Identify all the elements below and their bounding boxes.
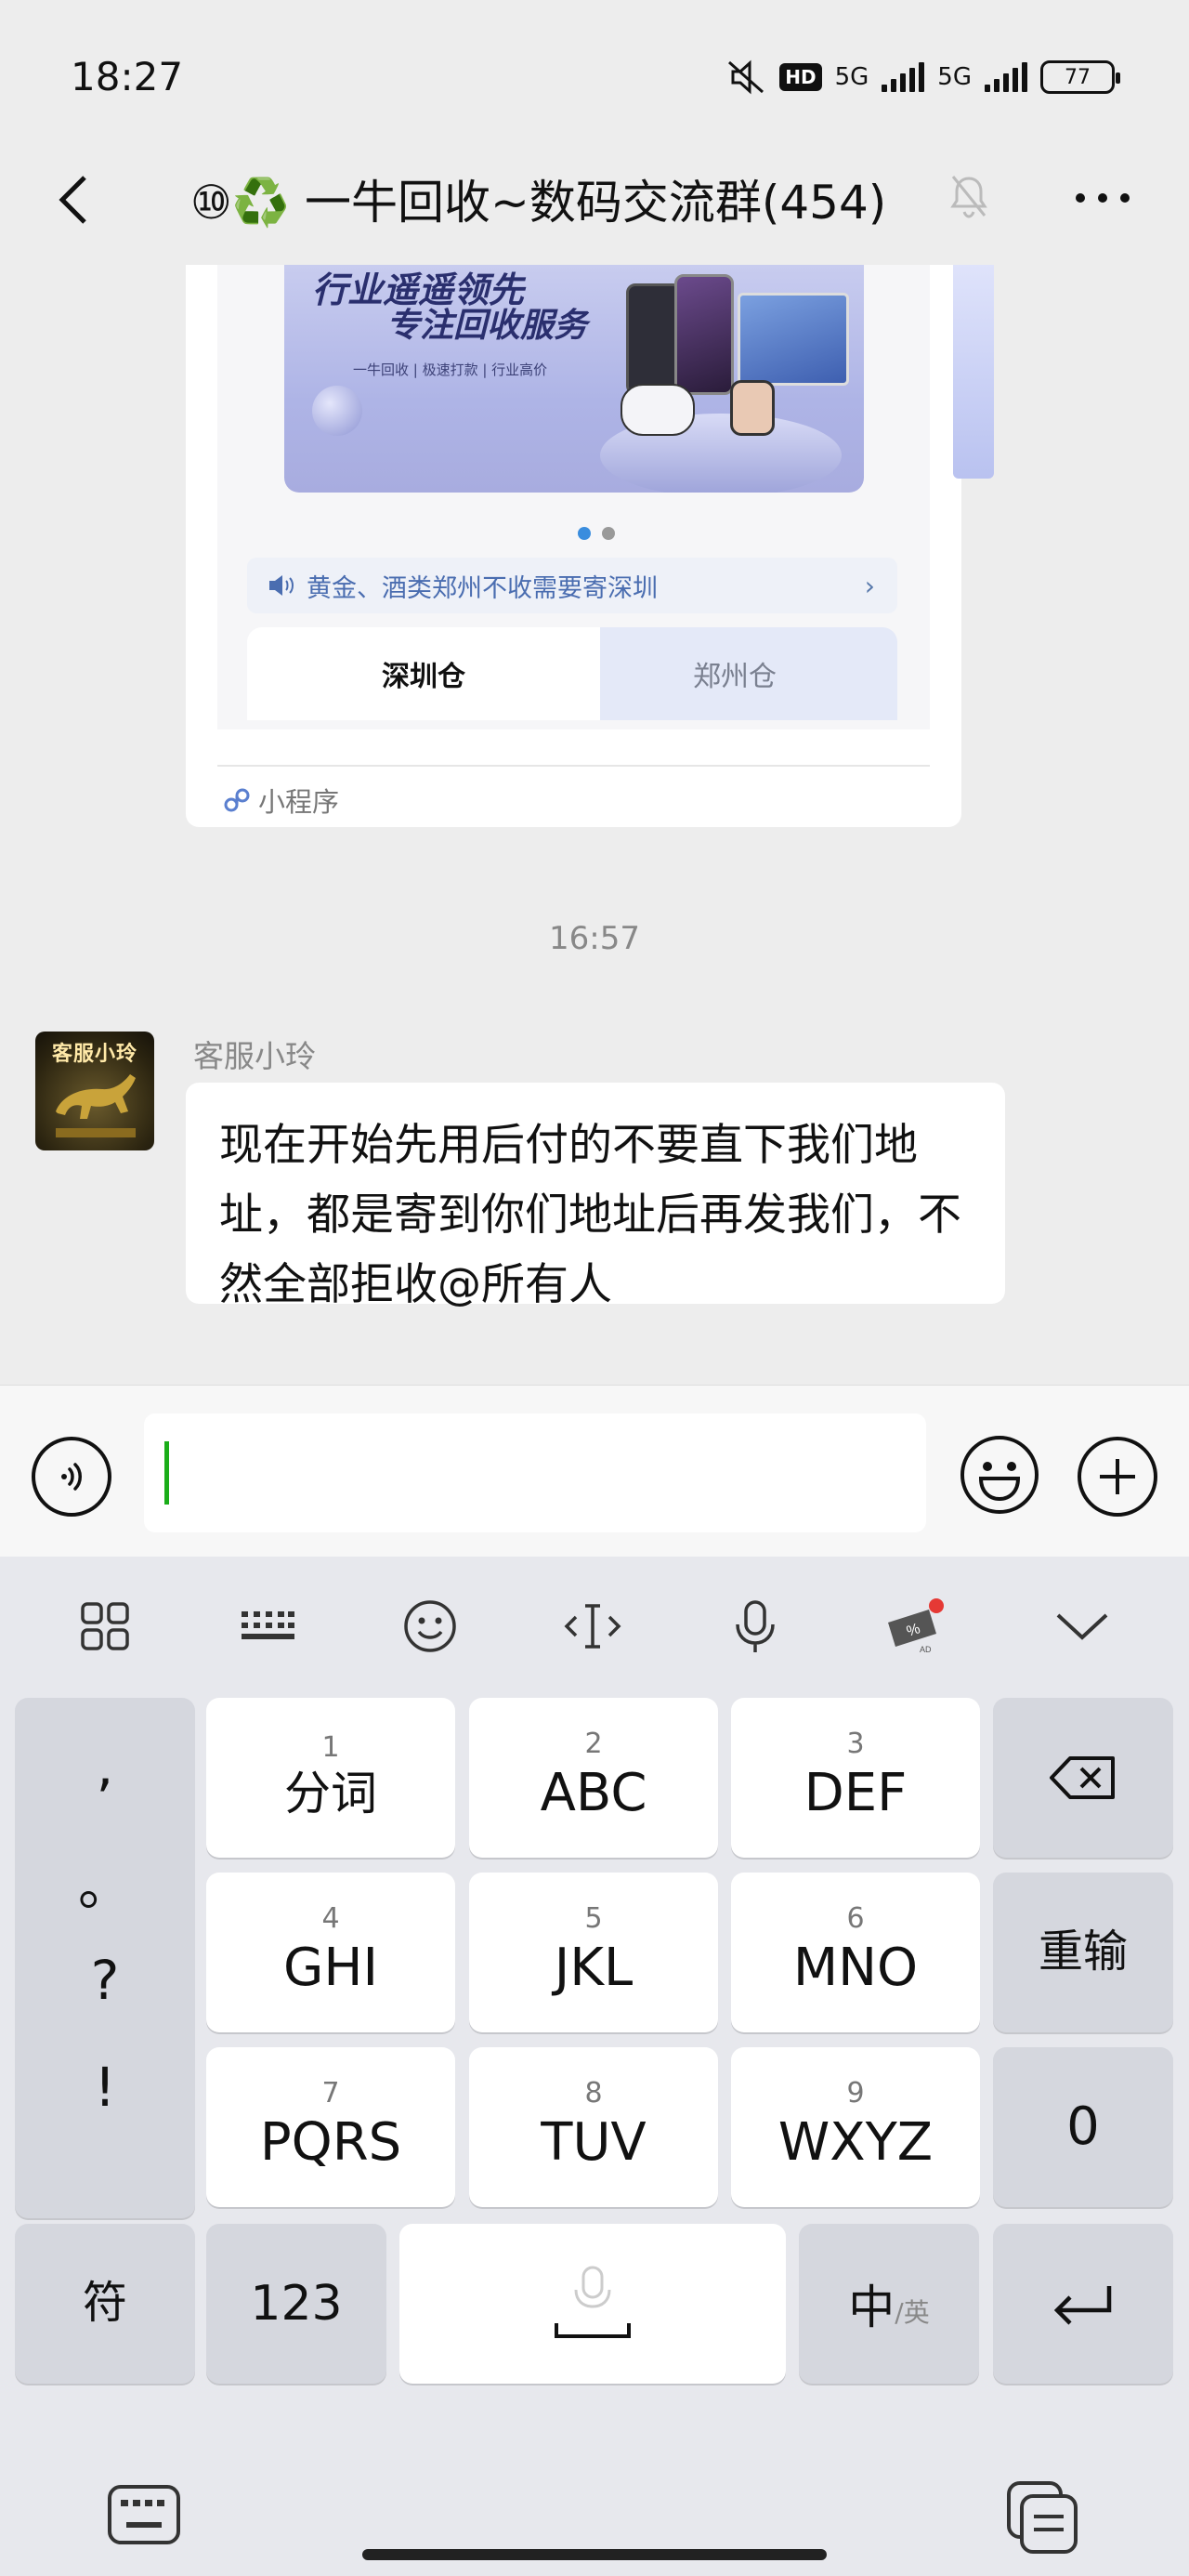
notice-bar[interactable]: 黄金、酒类郑州不收需要寄深圳 › (247, 558, 897, 613)
chat-header: ⑩♻️ 一牛回收~数码交流群(454) (0, 139, 1189, 265)
keyboard-bottom-bar (0, 2481, 1189, 2576)
decor-sphere (312, 386, 362, 436)
punctuation-column[interactable]: , 。 ? ! (15, 1698, 195, 2218)
key-8[interactable]: 8 TUV (469, 2047, 718, 2207)
back-arrow-icon (59, 176, 86, 224)
exclamation-key[interactable]: ! (15, 2056, 195, 2119)
avatar[interactable]: 客服小玲 (35, 1032, 154, 1150)
key-7[interactable]: 7 PQRS (206, 2047, 455, 2207)
emoji-icon[interactable] (398, 1594, 463, 1659)
mini-program-icon (224, 788, 250, 812)
keyboard-switch-icon[interactable] (106, 2481, 182, 2552)
watch-image (730, 380, 775, 436)
chevron-right-icon: › (864, 571, 875, 601)
status-icons: HD 5G 5G 77 (725, 54, 1120, 100)
symbols-key[interactable]: 符 (15, 2224, 195, 2384)
clipboard-icon[interactable] (1003, 2477, 1083, 2561)
key-3[interactable]: 3 DEF (731, 1698, 980, 1858)
chat-area[interactable]: 行业遥遥领先 专注回收服务 一牛回收 | 极速打款 | 行业高价 黄金、酒类郑州… (0, 265, 1189, 1385)
banner-subheadline: 专注回收服务 (386, 307, 588, 345)
microphone-icon[interactable] (723, 1594, 788, 1659)
more-functions-button[interactable] (1078, 1437, 1157, 1517)
space-mic-icon (555, 2266, 631, 2338)
status-time: 18:27 (71, 54, 184, 99)
chat-input-bar (0, 1385, 1189, 1557)
gamepad-image (621, 384, 695, 436)
signal-icon (882, 62, 925, 92)
phone-image (626, 283, 682, 395)
status-bar: 18:27 HD 5G 5G 77 (0, 0, 1189, 139)
mini-program-preview: 行业遥遥领先 专注回收服务 一牛回收 | 极速打款 | 行业高价 黄金、酒类郑州… (217, 265, 930, 729)
mini-program-card[interactable]: 行业遥遥领先 专注回收服务 一牛回收 | 极速打款 | 行业高价 黄金、酒类郑州… (186, 265, 994, 827)
mini-program-label: 小程序 (223, 781, 339, 820)
network-label-2: 5G (937, 63, 972, 91)
sender-name: 客服小玲 (193, 1038, 316, 1074)
mute-icon (728, 59, 764, 95)
promo-banner: 行业遥遥领先 专注回收服务 一牛回收 | 极速打款 | 行业高价 (284, 265, 864, 493)
bull-statue-icon (56, 1074, 136, 1137)
key-2[interactable]: 2 ABC (469, 1698, 718, 1858)
notice-text: 黄金、酒类郑州不收需要寄深圳 (307, 573, 658, 603)
muted-bell-icon (950, 176, 987, 218)
ad-coupon-icon[interactable]: % AD (882, 1594, 947, 1659)
enter-key[interactable] (993, 2224, 1173, 2384)
hd-badge: HD (779, 63, 822, 91)
language-switch-key[interactable]: 中/英 (799, 2224, 979, 2384)
key-5[interactable]: 5 JKL (469, 1873, 718, 2032)
voice-icon (61, 1463, 82, 1491)
signal-icon (985, 62, 1027, 92)
backspace-key[interactable] (993, 1698, 1173, 1858)
key-9[interactable]: 9 WXYZ (731, 2047, 980, 2207)
carousel-indicator (578, 527, 615, 540)
key-4[interactable]: 4 GHI (206, 1873, 455, 2032)
speaker-icon (269, 575, 294, 596)
reinput-key[interactable]: 重输 (993, 1873, 1173, 2032)
tablet-image (738, 293, 849, 386)
grid-menu-icon[interactable] (72, 1594, 137, 1659)
mini-program-text: 小程序 (258, 786, 340, 818)
chat-title: ⑩♻️ 一牛回收~数码交流群(454) (190, 176, 887, 230)
tab-zhengzhou[interactable]: 郑州仓 (572, 627, 897, 720)
battery-icon: 77 (1040, 60, 1120, 94)
text-cursor (164, 1441, 169, 1505)
message-bubble[interactable]: 现在开始先用后付的不要直下我们地址，都是寄到你们地址后再发我们，不然全部拒收@所… (186, 1083, 1005, 1310)
phone-image (674, 274, 734, 395)
svg-text:AD: AD (920, 1645, 932, 1654)
banner-next-slide (953, 265, 994, 479)
keyboard: % AD , 。 ? ! 1 分词 2 ABC 3 DEF 4 GHI 5 JKL 6 MNO… (0, 1557, 1189, 2576)
tab-shenzhen[interactable]: 深圳仓 (247, 627, 600, 720)
cursor-move-icon[interactable] (560, 1594, 625, 1659)
question-key[interactable]: ? (15, 1949, 195, 2012)
divider (217, 765, 930, 767)
home-indicator[interactable] (362, 2549, 827, 2560)
comma-key[interactable]: , (15, 1735, 195, 1798)
key-0[interactable]: 0 (993, 2047, 1173, 2207)
collapse-keyboard-icon[interactable] (1050, 1594, 1115, 1659)
enter-icon (1053, 2286, 1112, 2325)
message-timestamp: 16:57 (549, 920, 640, 957)
key-6[interactable]: 6 MNO (731, 1873, 980, 2032)
period-key[interactable]: 。 (15, 1842, 195, 1920)
more-options-button[interactable] (1076, 193, 1130, 203)
space-key[interactable] (399, 2224, 786, 2384)
warehouse-tabs: 郑州仓 深圳仓 (247, 627, 897, 729)
network-label-1: 5G (834, 63, 869, 91)
emoji-button[interactable] (959, 1434, 1040, 1516)
numbers-key[interactable]: 123 (206, 2224, 386, 2384)
keyboard-layout-icon[interactable] (235, 1594, 300, 1659)
key-1[interactable]: 1 分词 (206, 1698, 455, 1858)
voice-input-button[interactable] (32, 1437, 111, 1517)
back-button[interactable] (45, 167, 100, 232)
backspace-icon (1050, 1756, 1115, 1799)
banner-tagline: 一牛回收 | 极速打款 | 行业高价 (353, 361, 548, 378)
message-input[interactable] (144, 1413, 926, 1532)
keyboard-toolbar: % AD (0, 1557, 1189, 1687)
